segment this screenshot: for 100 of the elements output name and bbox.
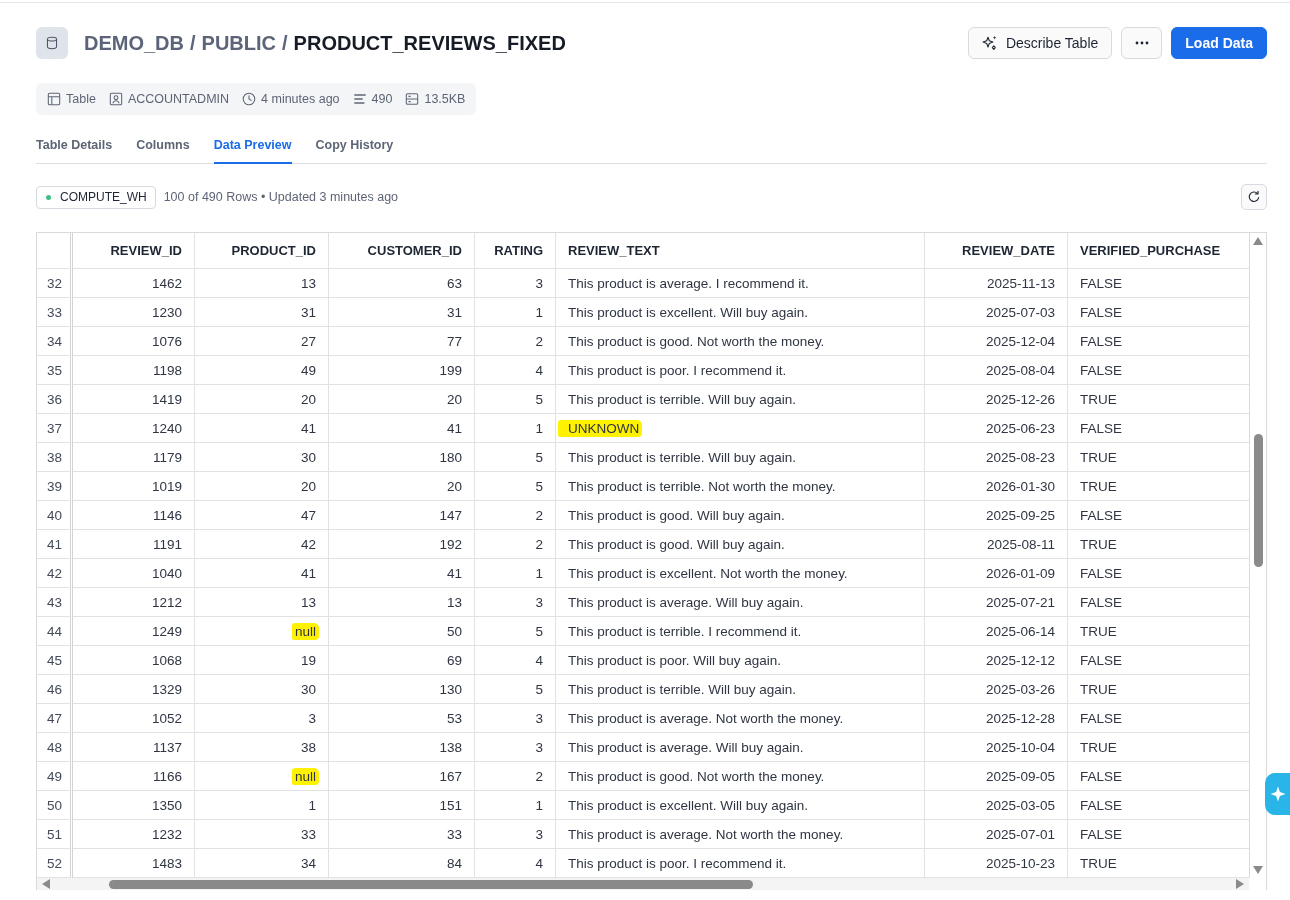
table-cell: 1040: [73, 559, 195, 588]
table-cell: 41: [195, 559, 329, 588]
table-cell: FALSE: [1068, 820, 1249, 849]
column-header[interactable]: RATING: [475, 233, 556, 269]
row-number: 44: [37, 617, 73, 646]
table-cell: 27: [195, 327, 329, 356]
table-cell: 1076: [73, 327, 195, 356]
row-number: 38: [37, 443, 73, 472]
primary-button[interactable]: Load Data: [1171, 27, 1267, 59]
arrow-up-icon[interactable]: [1253, 237, 1263, 245]
table-cell: 1: [475, 298, 556, 327]
table-cell: 69: [329, 646, 475, 675]
table-cell: FALSE: [1068, 762, 1249, 791]
table-cell: This product is good. Not worth the money.: [556, 327, 925, 356]
table-cell: TRUE: [1068, 530, 1249, 559]
table-cell: 151: [329, 791, 475, 820]
table-cell: 49: [195, 356, 329, 385]
table-cell: 2025-06-23: [925, 414, 1068, 443]
table-cell: 5: [475, 385, 556, 414]
arrow-right-icon[interactable]: [1236, 879, 1244, 889]
table-cell: 50: [329, 617, 475, 646]
table-cell: 33: [195, 820, 329, 849]
describe-button[interactable]: Describe Table: [967, 27, 1113, 59]
sparkle-icon: [1270, 786, 1286, 802]
arrow-left-icon[interactable]: [42, 879, 50, 889]
created-time: 4 minutes ago: [261, 92, 340, 106]
column-header[interactable]: PRODUCT_ID: [195, 233, 329, 269]
table-cell: This product is excellent. Not worth the money.: [556, 559, 925, 588]
more-icon: [1134, 41, 1149, 45]
table-cell: 2025-11-13: [925, 269, 1068, 298]
table-cell: 2026-01-09: [925, 559, 1068, 588]
table-cell: This product is poor. Will buy again.: [556, 646, 925, 675]
table-cell: 2: [475, 327, 556, 356]
table-cell: TRUE: [1068, 385, 1249, 414]
table-cell: This product is poor. I recommend it.: [556, 356, 925, 385]
scrollbar-thumb[interactable]: [109, 879, 753, 889]
table-cell: 2025-09-25: [925, 501, 1068, 530]
table-cell: FALSE: [1068, 646, 1249, 675]
table-cell: FALSE: [1068, 414, 1249, 443]
server-icon: [405, 92, 420, 106]
column-header[interactable]: CUSTOMER_ID: [329, 233, 475, 269]
table-cell: 13: [195, 588, 329, 617]
table-cell: 2025-07-01: [925, 820, 1068, 849]
table-cell: This product is terrible. Not worth the money.: [556, 472, 925, 501]
assistant-button[interactable]: [1265, 773, 1290, 815]
table-cell: 42: [195, 530, 329, 559]
tab[interactable]: Columns: [136, 128, 190, 164]
table-cell: This product is average. Not worth the money.: [556, 820, 925, 849]
table-cell: 3: [475, 820, 556, 849]
table-cell: 2: [475, 501, 556, 530]
table-cell: TRUE: [1068, 472, 1249, 501]
table-cell: 38: [195, 733, 329, 762]
table-cell: FALSE: [1068, 501, 1249, 530]
column-header[interactable]: REVIEW_ID: [73, 233, 195, 269]
tab[interactable]: Data Preview: [213, 128, 292, 164]
table-cell: FALSE: [1068, 327, 1249, 356]
table-cell: 1249: [73, 617, 195, 646]
tab[interactable]: Copy History: [315, 128, 394, 164]
table-cell: This product is excellent. Will buy again.: [556, 298, 925, 327]
table-cell: This product is average. I recommend it.: [556, 269, 925, 298]
table-cell: 53: [329, 704, 475, 733]
breadcrumb-link[interactable]: DEMO_DB: [84, 31, 184, 55]
table-cell: TRUE: [1068, 617, 1249, 646]
table-cell: FALSE: [1068, 791, 1249, 820]
table-cell: 1419: [73, 385, 195, 414]
column-header[interactable]: REVIEW_TEXT: [556, 233, 925, 269]
object-type: Table: [66, 92, 96, 106]
table-cell: 1198: [73, 356, 195, 385]
row-number: 51: [37, 820, 73, 849]
row-number: 42: [37, 559, 73, 588]
row-number: 34: [37, 327, 73, 356]
horizontal-scrollbar[interactable]: [37, 878, 1249, 890]
column-header[interactable]: VERIFIED_PURCHASE: [1068, 233, 1249, 269]
table-cell: FALSE: [1068, 704, 1249, 733]
vertical-scrollbar[interactable]: [1249, 233, 1266, 878]
column-header[interactable]: REVIEW_DATE: [925, 233, 1068, 269]
table-cell: 77: [329, 327, 475, 356]
table-cell: 31: [329, 298, 475, 327]
table-cell: This product is average. Will buy again.: [556, 588, 925, 617]
table-cell: 2025-06-14: [925, 617, 1068, 646]
table-cell: 1166: [73, 762, 195, 791]
table-cell: FALSE: [1068, 588, 1249, 617]
table-cell: UNKNOWN: [556, 414, 925, 443]
row-number: 49: [37, 762, 73, 791]
scrollbar-thumb[interactable]: [1253, 434, 1263, 567]
table-cell: 63: [329, 269, 475, 298]
arrow-down-icon[interactable]: [1253, 866, 1263, 874]
table-cell: 47: [195, 501, 329, 530]
table-cell: This product is terrible. Will buy again.: [556, 385, 925, 414]
row-number: 32: [37, 269, 73, 298]
table-cell: FALSE: [1068, 356, 1249, 385]
more-button[interactable]: [1121, 27, 1163, 59]
breadcrumb-link[interactable]: PUBLIC: [201, 31, 277, 55]
table-cell: This product is average. Not worth the money.: [556, 704, 925, 733]
refresh-button[interactable]: [1241, 184, 1267, 210]
row-number: 33: [37, 298, 73, 327]
tab[interactable]: Table Details: [36, 128, 113, 164]
row-number: 50: [37, 791, 73, 820]
warehouse-selector[interactable]: COMPUTE_WH: [36, 185, 156, 209]
table-cell: 2025-03-26: [925, 675, 1068, 704]
